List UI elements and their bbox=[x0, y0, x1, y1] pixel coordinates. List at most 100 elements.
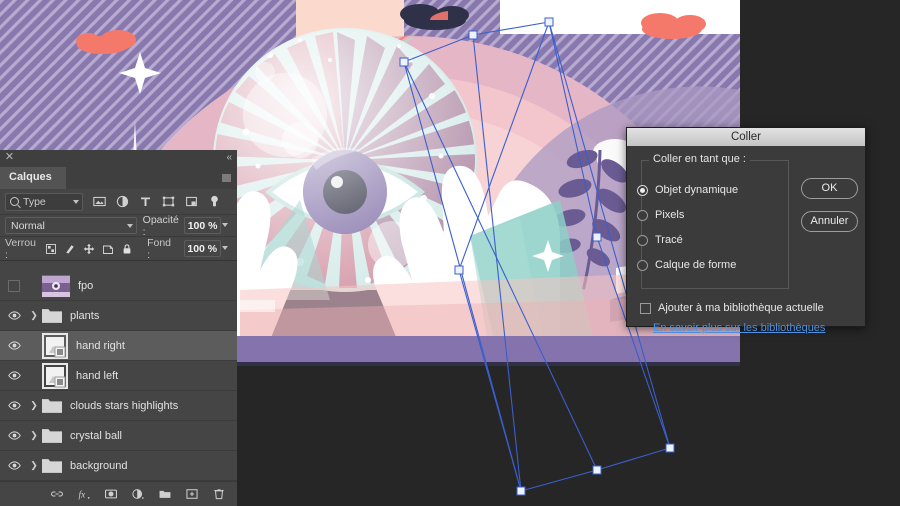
smart-object-thumbnail bbox=[42, 332, 68, 359]
visibility-eye-icon[interactable] bbox=[7, 401, 21, 410]
layers-panel[interactable]: ✕ « Calques Type Normal Opacité: 100 % … bbox=[0, 150, 237, 506]
link-layers-icon[interactable] bbox=[50, 487, 64, 501]
lock-all-icon[interactable] bbox=[121, 243, 133, 255]
expand-group-chevron-icon[interactable]: ❯ bbox=[28, 310, 40, 321]
folder-icon bbox=[42, 458, 62, 473]
lock-position-icon[interactable] bbox=[83, 243, 95, 255]
smart-object-thumbnail bbox=[42, 362, 68, 389]
opacity-input[interactable]: 100 % bbox=[184, 217, 221, 234]
pixel-filter-icon[interactable] bbox=[93, 195, 106, 208]
layer-name: clouds stars highlights bbox=[70, 399, 179, 412]
expand-group-chevron-icon[interactable]: ❯ bbox=[28, 400, 40, 411]
radio-trace[interactable]: Tracé bbox=[637, 234, 683, 246]
layer-visibility-toggle[interactable] bbox=[0, 461, 28, 470]
lock-transparency-icon[interactable] bbox=[45, 243, 57, 255]
lock-bar: Verrou : Fond : 100 % bbox=[0, 237, 237, 261]
layer-visibility-toggle[interactable] bbox=[0, 341, 28, 350]
photoshop-window: ✕ « Calques Type Normal Opacité: 100 % … bbox=[0, 0, 900, 506]
layer-visibility-toggle[interactable] bbox=[0, 431, 28, 440]
layer-mask-icon[interactable] bbox=[104, 487, 118, 501]
ok-button[interactable]: OK bbox=[801, 178, 858, 199]
blend-mode-select[interactable]: Normal bbox=[5, 217, 137, 234]
radio-button bbox=[637, 209, 648, 221]
shape-filter-icon[interactable] bbox=[162, 195, 175, 208]
filter-toggle-icon[interactable] bbox=[208, 195, 221, 208]
path-anchor-point[interactable] bbox=[665, 443, 675, 453]
chevron-down-icon bbox=[73, 199, 79, 204]
radio-objet-dynamique[interactable]: Objet dynamique bbox=[637, 184, 738, 196]
layer-filter-bar: Type bbox=[0, 189, 237, 215]
learn-more-link[interactable]: En savoir plus sur les bibliothèques bbox=[653, 322, 825, 334]
adjustment-layer-icon[interactable] bbox=[131, 487, 145, 501]
smart-object-filter-icon[interactable] bbox=[185, 195, 198, 208]
collapse-panel-icon[interactable]: « bbox=[226, 152, 232, 164]
path-anchor-point[interactable] bbox=[544, 17, 554, 27]
fill-input[interactable]: 100 % bbox=[183, 240, 221, 257]
delete-layer-icon[interactable] bbox=[212, 487, 226, 501]
lock-artboard-icon[interactable] bbox=[102, 243, 114, 255]
path-anchor-point[interactable] bbox=[399, 57, 409, 67]
layer-row[interactable]: ❯ background bbox=[0, 451, 237, 481]
folder-icon bbox=[42, 308, 62, 323]
radio-label: Tracé bbox=[655, 234, 683, 246]
path-anchor-point[interactable] bbox=[516, 486, 526, 496]
paste-dialog[interactable]: Coller Coller en tant que : Objet dynami… bbox=[626, 127, 866, 334]
search-icon bbox=[10, 197, 19, 206]
filter-type-select[interactable]: Type bbox=[5, 192, 83, 211]
layer-row[interactable]: ❯ crystal ball bbox=[0, 421, 237, 451]
radio-label: Pixels bbox=[655, 209, 685, 221]
layer-visibility-toggle[interactable] bbox=[0, 401, 28, 410]
cancel-button[interactable]: Annuler bbox=[801, 211, 858, 232]
add-to-library-checkbox-row[interactable]: Ajouter à ma bibliothèque actuelle bbox=[640, 302, 824, 314]
layer-thumbnail bbox=[42, 274, 70, 297]
close-icon[interactable]: ✕ bbox=[4, 152, 15, 163]
layer-style-fx-icon[interactable]: fx bbox=[77, 487, 91, 501]
blend-mode-value: Normal bbox=[11, 220, 45, 232]
visibility-eye-icon[interactable] bbox=[7, 371, 21, 380]
visibility-eye-icon[interactable] bbox=[7, 431, 21, 440]
radio-button bbox=[637, 234, 648, 246]
fill-chevron-down-icon[interactable] bbox=[221, 240, 232, 257]
layer-row[interactable]: fpo bbox=[0, 271, 237, 301]
tab-calques[interactable]: Calques bbox=[0, 167, 66, 189]
visibility-eye-icon[interactable] bbox=[7, 461, 21, 470]
opacity-label: Opacité : bbox=[142, 213, 179, 238]
lock-label: Verrou : bbox=[5, 236, 36, 261]
radio-pixels[interactable]: Pixels bbox=[637, 209, 684, 221]
path-anchor-point[interactable] bbox=[454, 265, 464, 275]
layer-visibility-toggle[interactable] bbox=[0, 371, 28, 380]
expand-group-chevron-icon[interactable]: ❯ bbox=[28, 460, 40, 471]
visibility-off-box[interactable] bbox=[8, 279, 20, 292]
new-group-icon[interactable] bbox=[158, 487, 172, 501]
layer-name: plants bbox=[70, 309, 100, 322]
dialog-body: Coller en tant que : Objet dynamique Pix… bbox=[627, 146, 865, 334]
path-anchor-point[interactable] bbox=[468, 30, 478, 40]
layer-visibility-toggle[interactable] bbox=[0, 279, 28, 292]
radio-calque-de-forme[interactable]: Calque de forme bbox=[637, 259, 736, 271]
path-anchor-point[interactable] bbox=[592, 465, 602, 475]
layer-name: fpo bbox=[78, 279, 94, 292]
layer-list[interactable]: fpo ❯ plants hand right hand left ❯ clouds sta… bbox=[0, 271, 237, 483]
layer-row[interactable]: ❯ clouds stars highlights bbox=[0, 391, 237, 421]
layer-name: background bbox=[70, 459, 128, 472]
folder-icon bbox=[42, 428, 62, 443]
layer-row[interactable]: hand left bbox=[0, 361, 237, 391]
filter-type-label: Type bbox=[23, 195, 46, 208]
paste-as-legend: Coller en tant que : bbox=[649, 153, 750, 165]
layer-visibility-toggle[interactable] bbox=[0, 311, 28, 320]
layer-name: hand left bbox=[76, 369, 119, 382]
path-anchor-point[interactable] bbox=[592, 232, 602, 242]
visibility-eye-icon[interactable] bbox=[7, 311, 21, 320]
chevron-down-icon bbox=[126, 224, 133, 228]
layer-row[interactable]: ❯ plants bbox=[0, 301, 237, 331]
type-filter-icon[interactable] bbox=[139, 195, 152, 208]
expand-group-chevron-icon[interactable]: ❯ bbox=[28, 430, 40, 441]
opacity-chevron-down-icon[interactable] bbox=[221, 217, 232, 234]
adjustment-filter-icon[interactable] bbox=[116, 195, 129, 208]
panel-menu-icon[interactable] bbox=[222, 174, 231, 182]
new-layer-icon[interactable] bbox=[185, 487, 199, 501]
layer-row[interactable]: hand right bbox=[0, 331, 237, 361]
layers-panel-tabbar: Calques bbox=[0, 167, 237, 189]
lock-image-icon[interactable] bbox=[64, 243, 76, 255]
visibility-eye-icon[interactable] bbox=[7, 341, 21, 350]
